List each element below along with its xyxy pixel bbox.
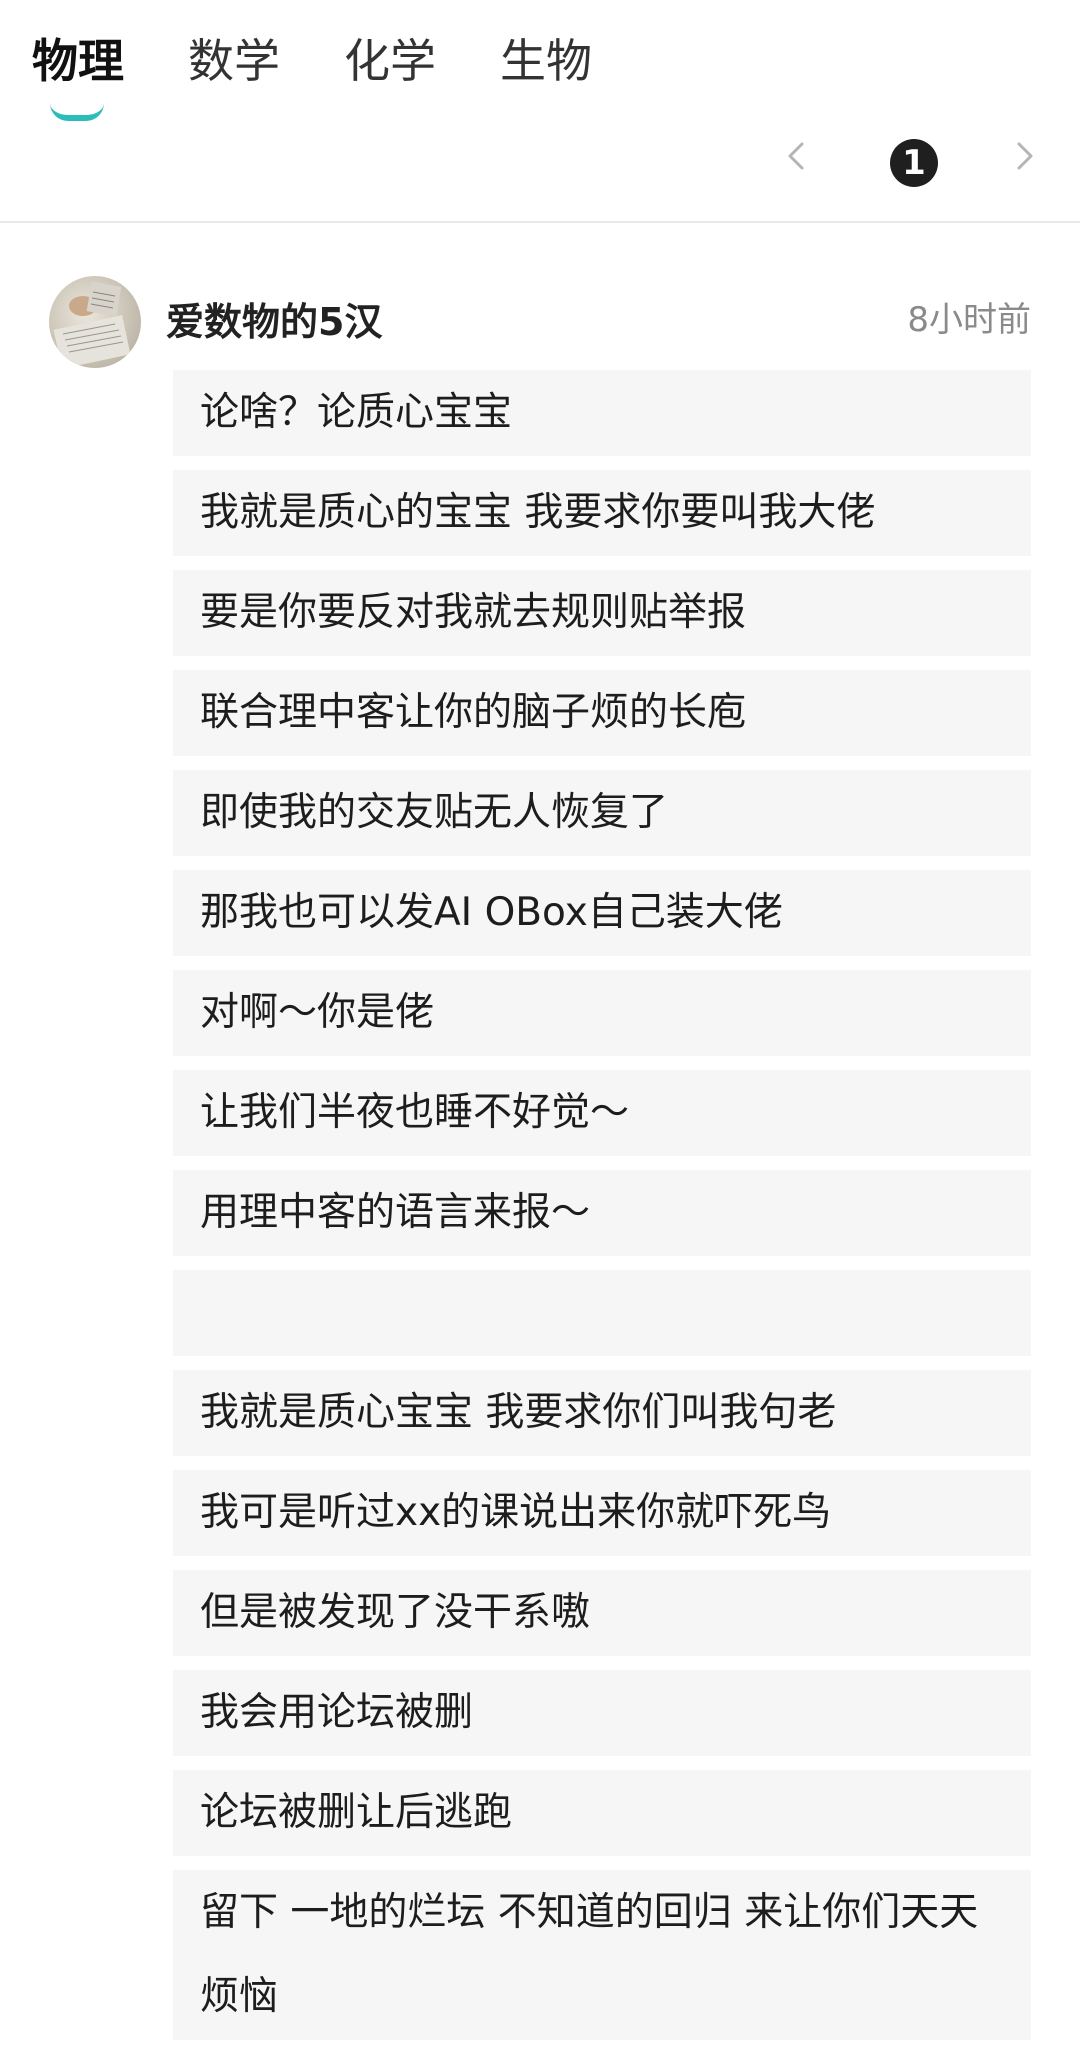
tab-math[interactable]: 数学 bbox=[188, 24, 280, 98]
post-line: 对啊～你是佬 bbox=[173, 970, 1031, 1056]
tab-biology[interactable]: 生物 bbox=[500, 24, 592, 98]
post-line: 我就是质心的宝宝 我要求你要叫我大佬 bbox=[173, 470, 1031, 556]
post-line: 让我们半夜也睡不好觉～ bbox=[173, 1070, 1031, 1156]
post-line: 留下 一地的烂坛 不知道的回归 来让你们天天烦恼 bbox=[173, 1870, 1031, 2040]
post-content: 论啥？论质心宝宝 我就是质心的宝宝 我要求你要叫我大佬 要是你要反对我就去规则贴… bbox=[173, 370, 1031, 2054]
post-line: 即使我的交友贴无人恢复了 bbox=[173, 770, 1031, 856]
post-line: 我会用论坛被删 bbox=[173, 1670, 1031, 1756]
pagination: 1 bbox=[0, 122, 1080, 222]
chevron-left-icon[interactable] bbox=[777, 136, 817, 176]
post-author[interactable]: 爱数物的5汉 bbox=[166, 295, 382, 349]
post-line: 联合理中客让你的脑子烦的长庖 bbox=[173, 670, 1031, 756]
post-line: 要是你要反对我就去规则贴举报 bbox=[173, 570, 1031, 656]
current-page-badge[interactable]: 1 bbox=[890, 139, 938, 187]
post: 爱数物的5汉 8小时前 论啥？论质心宝宝 我就是质心的宝宝 我要求你要叫我大佬 … bbox=[0, 223, 1080, 2046]
post-line: 那我也可以发AI OBox自己装大佬 bbox=[173, 870, 1031, 956]
chevron-right-icon[interactable] bbox=[1004, 136, 1044, 176]
active-tab-indicator bbox=[50, 103, 104, 121]
post-line-empty bbox=[173, 1270, 1031, 1356]
post-time: 8小时前 bbox=[907, 300, 1031, 340]
tab-chemistry[interactable]: 化学 bbox=[344, 24, 436, 98]
post-line: 用理中客的语言来报～ bbox=[173, 1170, 1031, 1256]
post-line: 我就是质心宝宝 我要求你们叫我句老 bbox=[173, 1370, 1031, 1456]
tab-physics[interactable]: 物理 bbox=[32, 24, 124, 98]
avatar[interactable] bbox=[49, 276, 141, 368]
post-line: 论啥？论质心宝宝 bbox=[173, 370, 1031, 456]
post-line: 但是被发现了没干系嗷 bbox=[173, 1570, 1031, 1656]
post-line: 我可是听过xx的课说出来你就吓死鸟 bbox=[173, 1470, 1031, 1556]
subject-tabs: 物理 数学 化学 生物 bbox=[0, 0, 1080, 121]
post-line: 论坛被删让后逃跑 bbox=[173, 1770, 1031, 1856]
